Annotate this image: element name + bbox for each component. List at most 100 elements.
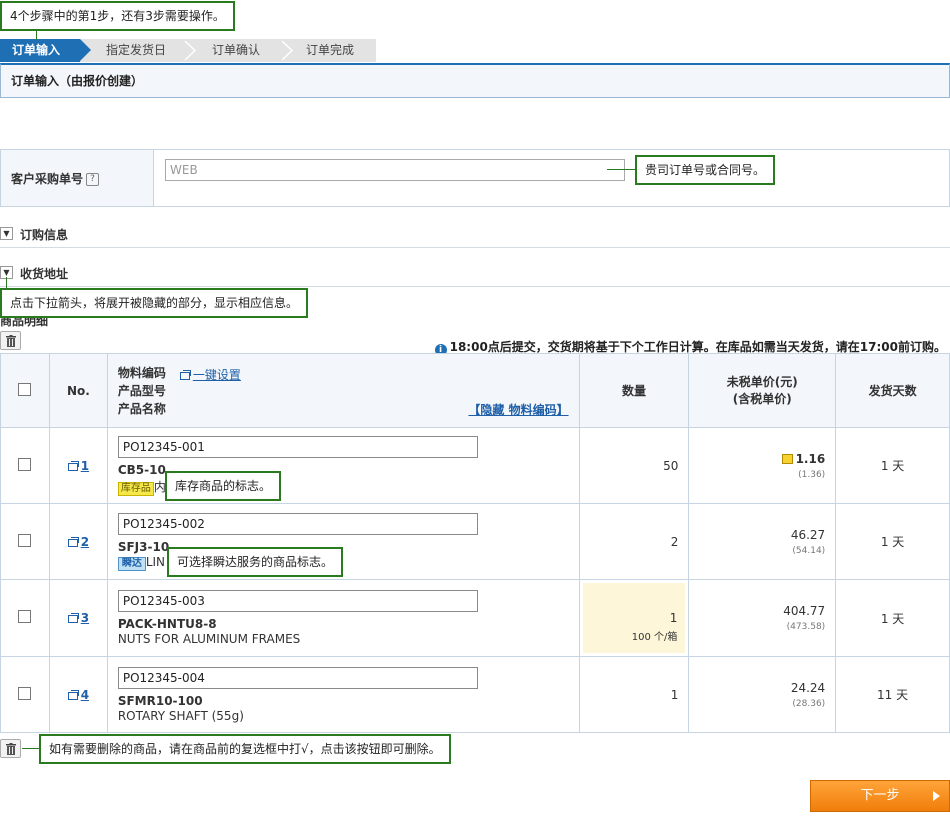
price-tag-icon — [781, 453, 793, 464]
row-no-link[interactable]: 1 — [81, 459, 89, 473]
row-ship-days: 11 天 — [835, 656, 950, 733]
select-all-checkbox[interactable] — [18, 382, 32, 396]
header-no: No. — [48, 353, 108, 428]
row-ship-days: 1 天 — [835, 503, 950, 580]
row-checkbox[interactable] — [18, 610, 32, 623]
row-no-link[interactable]: 4 — [81, 688, 89, 702]
product-name: NUTS FOR ALUMINUM FRAMES — [117, 632, 301, 646]
tax-price: (54.14) — [792, 545, 826, 556]
row-ship-days: 1 天 — [835, 427, 950, 504]
callout-connector — [6, 277, 7, 288]
expand-arrow-icon[interactable]: ▼ — [0, 227, 13, 240]
step-separator-icon — [184, 41, 197, 60]
row-qty-cell[interactable]: 50 — [578, 427, 690, 504]
unit-price: 24.24 — [790, 680, 826, 695]
step-separator-icon — [281, 41, 294, 60]
product-name: LIN — [145, 554, 166, 569]
express-badge: 瞬达 — [117, 556, 146, 571]
window-icon — [67, 613, 79, 623]
next-step-label: 下一步 — [860, 788, 900, 803]
callout-po: 贵司订单号或合同号。 — [635, 155, 776, 185]
product-name: ROTARY SHAFT (55g) — [117, 708, 244, 723]
po-number-input[interactable] — [165, 159, 625, 181]
window-icon — [67, 460, 79, 471]
hide-code-link[interactable]: 【隐藏 物料编码】 — [468, 401, 568, 418]
callout-connector — [36, 31, 37, 40]
part-code-input[interactable] — [117, 666, 478, 689]
table-row: 1 CB5-10 库存品内 50 1.16 (1.36) 1 天 — [0, 427, 950, 504]
callout-connector — [22, 748, 39, 749]
step-ship-date: 指定发货日 — [106, 43, 167, 57]
row-no-cell: 4 — [48, 656, 108, 733]
product-model: PACK-HNTU8-8 — [117, 617, 217, 631]
window-icon — [179, 370, 191, 380]
header-ship-days: 发货天数 — [835, 353, 950, 428]
row-no-link[interactable]: 2 — [81, 535, 89, 549]
bulk-set-link[interactable]: 一键设置 — [179, 366, 241, 383]
section-order-info: ▼ 订购信息 — [0, 224, 950, 248]
step-active-arrow — [80, 39, 91, 61]
row-checkbox[interactable] — [18, 533, 32, 547]
section-shipping-title: 收货地址 — [20, 267, 69, 281]
callout-express: 可选择瞬达服务的商品标志。 — [167, 547, 344, 577]
po-number-label: 客户采购单号? — [1, 150, 154, 206]
table-header-row: No. 物料编码 产品型号 产品名称 一键设置 【隐藏 物料编码】 数量 未税单… — [0, 353, 950, 428]
row-checkbox-cell — [0, 579, 50, 657]
po-number-row: 客户采购单号? — [0, 149, 950, 207]
window-icon — [67, 689, 79, 700]
step-complete: 订单完成 — [306, 43, 355, 57]
next-step-button[interactable]: 下一步 — [810, 780, 950, 812]
row-qty-cell[interactable]: 2 — [578, 503, 690, 580]
row-product-cell: SFMR10-100 ROTARY SHAFT (55g) — [106, 656, 580, 733]
delete-button[interactable] — [0, 331, 21, 350]
section-order-info-title: 订购信息 — [20, 228, 69, 242]
bulk-set-label: 一键设置 — [192, 368, 241, 382]
row-qty-cell[interactable]: 1 100 个/箱 — [578, 579, 690, 657]
row-price-cell: 46.27 (54.14) — [688, 503, 837, 580]
step-confirm: 订单确认 — [212, 43, 261, 57]
tax-price: (28.36) — [792, 698, 826, 709]
row-checkbox-cell — [0, 656, 50, 733]
row-no-cell: 3 — [48, 579, 108, 657]
step-order-input: 订单输入 — [0, 39, 80, 62]
tax-price: (473.58) — [786, 622, 826, 632]
step-indicator: 订单输入 指定发货日 订单确认 订单完成 — [0, 39, 376, 62]
product-table: No. 物料编码 产品型号 产品名称 一键设置 【隐藏 物料编码】 数量 未税单… — [0, 353, 950, 733]
po-label-text: 客户采购单号 — [11, 172, 84, 186]
table-row: 2 SFJ3-10 瞬达LIN 2 46.27 (54.14) 1 天 — [0, 503, 950, 580]
delete-button[interactable] — [0, 739, 21, 758]
trash-icon — [6, 335, 16, 347]
page-title: 订单输入（由报价创建） — [0, 63, 950, 98]
unit-price: 404.77 — [783, 604, 826, 618]
row-price-cell: 24.24 (28.36) — [688, 656, 837, 733]
row-no-link[interactable]: 3 — [81, 611, 89, 625]
header-price-line: 未税单价(元) — [726, 374, 798, 389]
header-code: 物料编码 产品型号 产品名称 一键设置 【隐藏 物料编码】 — [106, 353, 580, 428]
callout-steps: 4个步骤中的第1步，还有3步需要操作。 — [0, 1, 235, 31]
part-code-input[interactable] — [117, 435, 478, 458]
callout-delete: 如有需要删除的商品，请在商品前的复选框中打√，点击该按钮即可删除。 — [39, 734, 451, 764]
table-row: 4 SFMR10-100 ROTARY SHAFT (55g) 1 24.24 … — [0, 656, 950, 733]
help-icon[interactable]: ? — [86, 173, 100, 186]
select-all-cell — [0, 353, 50, 428]
play-arrow-icon — [933, 791, 940, 801]
row-checkbox[interactable] — [18, 457, 32, 471]
unit-price: 1.16 — [795, 451, 826, 466]
table-row: 3 PACK-HNTU8-8 NUTS FOR ALUMINUM FRAMES … — [0, 579, 950, 657]
section-shipping-address: ▼ 收货地址 — [0, 263, 950, 287]
row-product-cell: PACK-HNTU8-8 NUTS FOR ALUMINUM FRAMES — [106, 579, 580, 657]
row-no-cell: 1 — [48, 427, 108, 504]
product-model: SFMR10-100 — [117, 693, 203, 708]
part-code-input[interactable] — [117, 512, 478, 535]
window-icon — [67, 536, 79, 547]
row-price-cell: 1.16 (1.36) — [688, 427, 837, 504]
callout-toggle: 点击下拉箭头，将展开被隐藏的部分，显示相应信息。 — [0, 288, 309, 318]
header-model-line: 产品型号 — [117, 383, 166, 398]
tax-price: (1.36) — [798, 469, 826, 480]
row-checkbox[interactable] — [18, 686, 32, 700]
row-no-cell: 2 — [48, 503, 108, 580]
row-ship-days: 1 天 — [835, 579, 950, 657]
part-code-input[interactable] — [117, 590, 478, 612]
callout-connector — [607, 169, 635, 170]
row-qty-cell[interactable]: 1 — [578, 656, 690, 733]
